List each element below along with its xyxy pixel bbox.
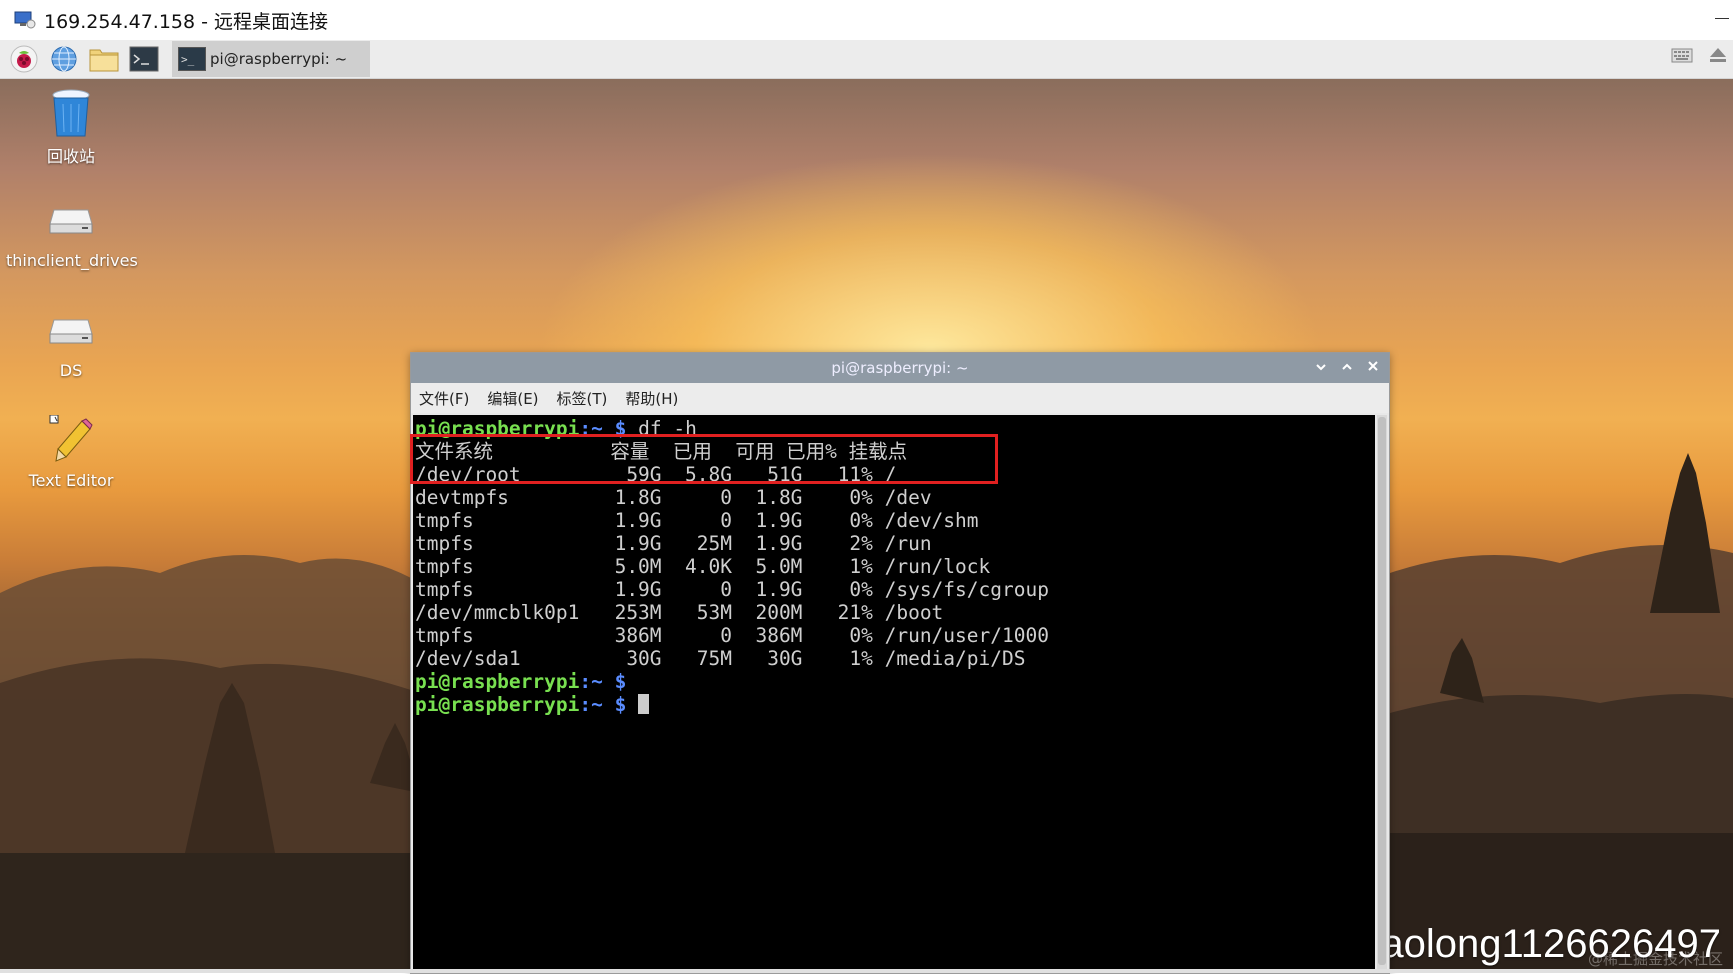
file-manager-icon[interactable]: [88, 44, 120, 74]
desktop-icon-thinclient-drives[interactable]: thinclient_drives: [6, 193, 138, 270]
terminal-titlebar[interactable]: pi@raspberrypi: ~: [411, 353, 1389, 383]
prompt-path: ~: [591, 670, 603, 693]
prompt-sign: $: [614, 693, 627, 716]
menu-help[interactable]: 帮助(H): [625, 388, 678, 409]
df-row: tmpfs 1.9G 0 1.9G 0% /sys/fs/cgroup: [415, 578, 1049, 601]
window-title: 169.254.47.158 - 远程桌面连接: [44, 10, 329, 33]
terminal-scrollbar[interactable]: [1377, 415, 1387, 971]
drive-icon: [6, 193, 136, 249]
terminal-menubar: 文件(F) 编辑(E) 标签(T) 帮助(H): [411, 383, 1389, 413]
desktop-icon-text-editor[interactable]: Text Editor: [6, 413, 136, 490]
raspberry-menu-icon[interactable]: [8, 44, 40, 74]
taskbar-task-label: pi@raspberrypi: ~: [210, 50, 348, 68]
prompt-line: pi@raspberrypi:~ $: [415, 670, 626, 693]
prompt-sign: $: [614, 670, 627, 693]
df-row: tmpfs 5.0M 4.0K 5.0M 1% /run/lock: [415, 555, 991, 578]
desktop-icon-label: DS: [59, 361, 83, 380]
prompt-user: pi@raspberrypi: [415, 670, 580, 693]
terminal-launcher-icon[interactable]: [128, 44, 160, 74]
desktop-icon-label: Text Editor: [28, 471, 114, 490]
terminal-task-icon: >_: [178, 47, 206, 71]
menu-file[interactable]: 文件(F): [419, 388, 469, 409]
df-row: tmpfs 1.9G 25M 1.9G 2% /run: [415, 532, 932, 555]
text-cursor: [638, 694, 650, 714]
df-row: /dev/mmcblk0p1 253M 53M 200M 21% /boot: [415, 601, 944, 624]
rdp-title-bar: 169.254.47.158 - 远程桌面连接: [0, 0, 1733, 40]
eject-icon[interactable]: [1709, 46, 1727, 68]
keyboard-icon[interactable]: [1671, 46, 1693, 68]
terminal-output[interactable]: pi@raspberrypi:~ $ df -h 文件系统 容量 已用 可用 已…: [413, 415, 1375, 971]
prompt-sep: :: [579, 670, 592, 693]
taskbar-terminal-task[interactable]: >_ pi@raspberrypi: ~: [172, 41, 370, 77]
minimize-button[interactable]: [1711, 4, 1733, 26]
desktop-icon-trash[interactable]: 回收站: [6, 85, 136, 167]
df-row: /dev/sda1 30G 75M 30G 1% /media/pi/DS: [415, 647, 1026, 670]
taskbar-tray: [1671, 46, 1733, 68]
desktop-icon-label: thinclient_drives: [6, 251, 138, 270]
close-icon[interactable]: [1367, 360, 1379, 376]
red-highlight-box: [410, 434, 998, 484]
taskbar: >_ pi@raspberrypi: ~: [0, 40, 1733, 79]
prompt-path: ~: [591, 693, 603, 716]
df-row: tmpfs 1.9G 0 1.9G 0% /dev/shm: [415, 509, 979, 532]
minimize-icon[interactable]: [1315, 360, 1327, 376]
prompt-line: pi@raspberrypi:~ $: [415, 693, 650, 716]
menu-edit[interactable]: 编辑(E): [487, 388, 538, 409]
menu-tabs[interactable]: 标签(T): [557, 388, 608, 409]
df-row: devtmpfs 1.8G 0 1.8G 0% /dev: [415, 486, 932, 509]
maximize-icon[interactable]: [1341, 360, 1353, 376]
remote-desktop-icon: [14, 11, 36, 29]
df-row: tmpfs 386M 0 386M 0% /run/user/1000: [415, 624, 1049, 647]
desktop-icon-label: 回收站: [46, 147, 95, 166]
desktop-icon-ds[interactable]: DS: [6, 303, 136, 380]
prompt-user: pi@raspberrypi: [415, 693, 580, 716]
terminal-title: pi@raspberrypi: ~: [831, 359, 969, 377]
drive-icon: [6, 303, 136, 359]
bottom-strip: [0, 969, 1733, 973]
prompt-sep: :: [579, 693, 592, 716]
web-browser-icon[interactable]: [48, 44, 80, 74]
scrollbar-thumb[interactable]: [1378, 417, 1386, 965]
pencil-icon: [6, 413, 136, 469]
trash-icon: [6, 85, 136, 141]
